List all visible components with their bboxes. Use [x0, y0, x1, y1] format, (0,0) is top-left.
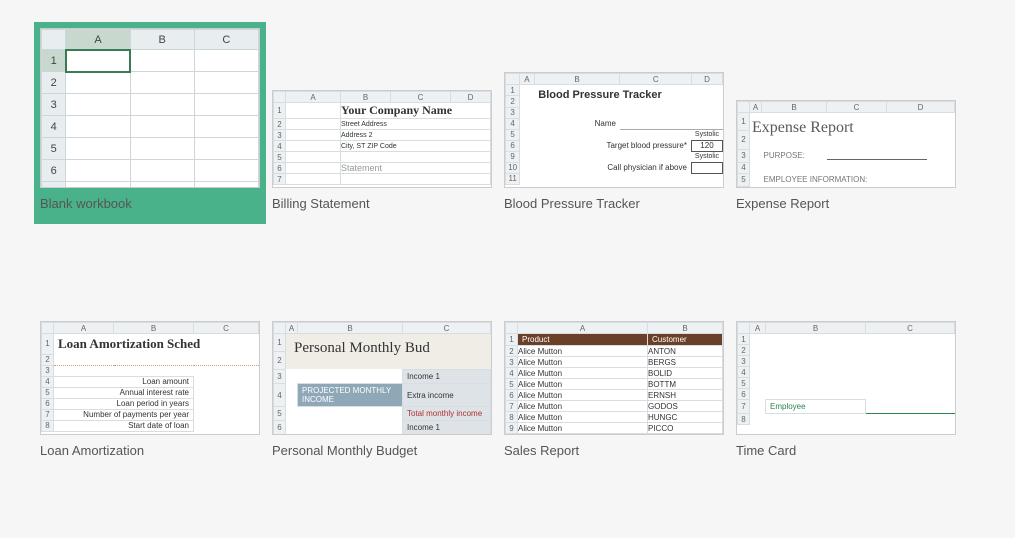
template-sales-report[interactable]: AB 1ProductCustomer 2Alice MuttonANTON 3… — [504, 321, 724, 458]
thumb-time-card: ABC 1 2 3 4 5 6 7Employee 8 — [736, 321, 956, 435]
template-personal-monthly-budget[interactable]: ABC 1Personal Monthly Bud 2 3Income 1 4P… — [272, 321, 492, 458]
template-caption: Personal Monthly Budget — [272, 443, 492, 458]
thumb-blood-pressure: ABCD 1Blood Pressure Tracker 2 3 4Name 5… — [504, 72, 724, 188]
thumb-loan-amortization: ABC 1Loan Amortization Sched 2 3 4Loan a… — [40, 321, 260, 435]
thumb-blank-workbook: A B C 1 2 3 4 5 6 7 — [40, 28, 260, 188]
template-caption: Expense Report — [736, 196, 956, 211]
template-time-card[interactable]: ABC 1 2 3 4 5 6 7Employee 8 Time Card — [736, 321, 956, 458]
template-gallery: A B C 1 2 3 4 5 6 7 Blank workbook ABCD — [40, 28, 975, 458]
thumb-pmb: ABC 1Personal Monthly Bud 2 3Income 1 4P… — [272, 321, 492, 435]
template-caption: Loan Amortization — [40, 443, 260, 458]
template-caption: Blood Pressure Tracker — [504, 196, 724, 211]
template-blank-workbook[interactable]: A B C 1 2 3 4 5 6 7 Blank workbook — [40, 28, 260, 211]
template-caption: Blank workbook — [40, 196, 260, 211]
thumb-expense-report: ABCD 1Expense Report 2 3PURPOSE: 4 5EMPL… — [736, 100, 956, 188]
template-billing-statement[interactable]: ABCD 1Your Company Name 2Street Address … — [272, 28, 492, 211]
template-loan-amortization[interactable]: ABC 1Loan Amortization Sched 2 3 4Loan a… — [40, 321, 260, 458]
template-caption: Sales Report — [504, 443, 724, 458]
template-blood-pressure[interactable]: ABCD 1Blood Pressure Tracker 2 3 4Name 5… — [504, 28, 724, 211]
template-caption: Billing Statement — [272, 196, 492, 211]
template-expense-report[interactable]: ABCD 1Expense Report 2 3PURPOSE: 4 5EMPL… — [736, 28, 956, 211]
template-caption: Time Card — [736, 443, 956, 458]
thumb-billing-statement: ABCD 1Your Company Name 2Street Address … — [272, 90, 492, 188]
thumb-sales-report: AB 1ProductCustomer 2Alice MuttonANTON 3… — [504, 321, 724, 435]
